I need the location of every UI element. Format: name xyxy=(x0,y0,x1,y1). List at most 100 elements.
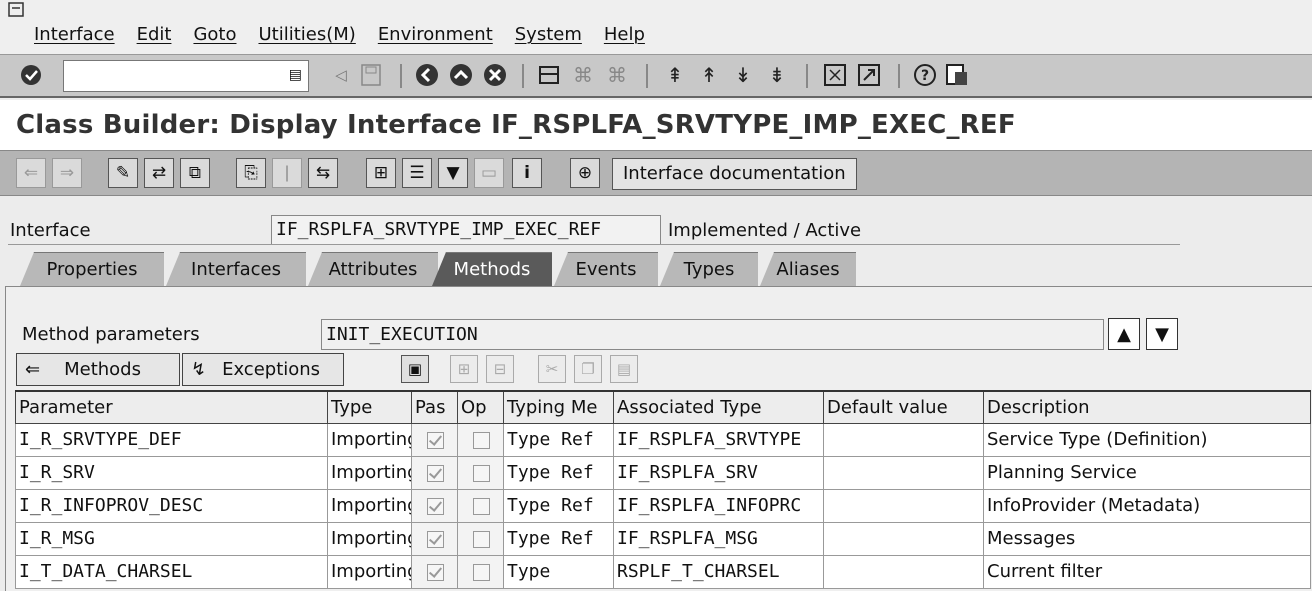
cell-pass-value[interactable] xyxy=(411,422,458,457)
previous-page-icon[interactable]: ↟ xyxy=(696,62,722,88)
back-arrow-icon[interactable]: ◁ xyxy=(328,62,354,88)
cell-associated-type[interactable]: IF_RSPLFA_MSG xyxy=(613,521,824,556)
back-nav-icon[interactable]: ⇐ xyxy=(16,158,46,188)
cell-default-value[interactable] xyxy=(823,488,984,523)
column-header-pass-value[interactable]: Pas xyxy=(411,390,458,424)
last-page-icon[interactable]: ⇟ xyxy=(764,62,790,88)
cell-description[interactable]: Planning Service xyxy=(983,455,1311,490)
previous-method-button[interactable]: ▲ xyxy=(1108,318,1140,350)
cell-pass-value[interactable] xyxy=(411,521,458,556)
help-icon[interactable]: ? xyxy=(912,62,938,88)
enter-check-icon[interactable] xyxy=(18,62,44,88)
where-used-icon[interactable]: ⇆ xyxy=(308,158,338,188)
create-session-icon[interactable] xyxy=(822,62,848,88)
exceptions-button[interactable]: ↯ Exceptions xyxy=(182,353,344,386)
optional-checkbox[interactable] xyxy=(473,563,490,581)
column-header-associated-type[interactable]: Associated Type xyxy=(613,390,824,424)
tab-interfaces[interactable]: Interfaces xyxy=(166,252,306,286)
cancel-icon[interactable] xyxy=(482,62,508,88)
next-page-icon[interactable]: ↡ xyxy=(730,62,756,88)
paste-icon[interactable]: ▤ xyxy=(610,355,638,383)
column-header-typing-method[interactable]: Typing Me xyxy=(503,390,614,424)
layout-menu-icon[interactable] xyxy=(944,62,970,88)
menu-item-environment[interactable]: Environment xyxy=(378,24,493,45)
method-name-field[interactable]: INIT_EXECUTION xyxy=(321,319,1104,350)
cell-pass-value[interactable] xyxy=(411,488,458,523)
exit-icon[interactable] xyxy=(448,62,474,88)
optional-checkbox[interactable] xyxy=(473,497,490,515)
optional-checkbox[interactable] xyxy=(473,530,490,548)
cell-pass-value[interactable] xyxy=(411,554,458,589)
first-page-icon[interactable]: ⇞ xyxy=(662,62,688,88)
cell-optional[interactable] xyxy=(457,455,504,490)
delete-row-icon[interactable]: ⊟ xyxy=(486,355,514,383)
next-method-button[interactable]: ▼ xyxy=(1146,318,1178,350)
cell-optional[interactable] xyxy=(457,422,504,457)
table-row[interactable]: I_R_SRV Importing Type Ref IF_RSPLFA_SRV Pla… xyxy=(15,455,1311,490)
menu-item-utilitiesm[interactable]: Utilities(M) xyxy=(258,24,355,45)
optional-checkbox[interactable] xyxy=(473,431,490,449)
cell-description[interactable]: InfoProvider (Metadata) xyxy=(983,488,1311,523)
filter-icon[interactable]: ▼ xyxy=(438,158,468,188)
navigation-window-icon[interactable]: ☰ xyxy=(402,158,432,188)
tab-methods[interactable]: Methods xyxy=(432,252,552,286)
cell-typing[interactable]: Type xyxy=(503,554,614,589)
column-header-description[interactable]: Description xyxy=(983,390,1311,424)
tab-types[interactable]: Types xyxy=(660,252,758,286)
back-icon[interactable] xyxy=(414,62,440,88)
cell-typing[interactable]: Type Ref xyxy=(503,521,614,556)
table-row[interactable]: I_T_DATA_CHARSEL Importing Type RSPLF_T_CHA… xyxy=(15,554,1311,589)
check-icon[interactable]: ⎘ xyxy=(236,158,266,188)
copy-icon[interactable]: ❐ xyxy=(574,355,602,383)
interface-documentation-button[interactable]: Interface documentation xyxy=(612,158,857,190)
cell-optional[interactable] xyxy=(457,488,504,523)
cell-default-value[interactable] xyxy=(823,455,984,490)
detail-view-icon[interactable]: ▣ xyxy=(401,355,429,383)
cell-type[interactable]: Importing xyxy=(327,455,412,490)
cell-optional[interactable] xyxy=(457,521,504,556)
column-header-optional[interactable]: Op xyxy=(457,390,504,424)
optional-checkbox[interactable] xyxy=(473,464,490,482)
print-icon[interactable] xyxy=(536,62,562,88)
forward-nav-icon[interactable]: ⇒ xyxy=(52,158,82,188)
cell-pass-value[interactable] xyxy=(411,455,458,490)
cell-associated-type[interactable]: IF_RSPLFA_INFOPRC xyxy=(613,488,824,523)
cell-type[interactable]: Importing xyxy=(327,521,412,556)
cell-associated-type[interactable]: RSPLF_T_CHARSEL xyxy=(613,554,824,589)
cell-type[interactable]: Importing xyxy=(327,422,412,457)
cell-parameter[interactable]: I_R_MSG xyxy=(15,521,328,556)
table-row[interactable]: I_R_MSG Importing Type Ref IF_RSPLFA_MSG Mes… xyxy=(15,521,1311,556)
cell-type[interactable]: Importing xyxy=(327,488,412,523)
command-input[interactable] xyxy=(64,61,274,89)
cell-default-value[interactable] xyxy=(823,422,984,457)
tab-events[interactable]: Events xyxy=(554,252,658,286)
display-change-icon[interactable]: ✎ xyxy=(108,158,138,188)
hierarchy-icon[interactable]: ⊕ xyxy=(570,158,600,188)
cell-associated-type[interactable]: IF_RSPLFA_SRVTYPE xyxy=(613,422,824,457)
cut-icon[interactable]: ✂ xyxy=(538,355,566,383)
cell-associated-type[interactable]: IF_RSPLFA_SRV xyxy=(613,455,824,490)
other-object-icon[interactable]: ⧉ xyxy=(180,158,210,188)
tab-attributes[interactable]: Attributes xyxy=(308,252,438,286)
pass-value-checkbox[interactable] xyxy=(427,431,444,449)
info-icon[interactable]: i xyxy=(512,158,542,188)
display-object-list-icon[interactable]: ▭ xyxy=(474,158,504,188)
command-history-icon[interactable]: ▤ xyxy=(289,67,302,83)
cell-description[interactable]: Messages xyxy=(983,521,1311,556)
tab-properties[interactable]: Properties xyxy=(20,252,164,286)
shortcut-icon[interactable] xyxy=(856,62,882,88)
cell-typing[interactable]: Type Ref xyxy=(503,422,614,457)
active-inactive-icon[interactable]: ⇄ xyxy=(144,158,174,188)
cell-parameter[interactable]: I_R_SRVTYPE_DEF xyxy=(15,422,328,457)
cell-parameter[interactable]: I_T_DATA_CHARSEL xyxy=(15,554,328,589)
activate-icon[interactable]: ǀ xyxy=(272,158,302,188)
menu-item-goto[interactable]: Goto xyxy=(193,24,236,45)
tab-aliases[interactable]: Aliases xyxy=(760,252,856,286)
cell-description[interactable]: Service Type (Definition) xyxy=(983,422,1311,457)
column-header-type[interactable]: Type xyxy=(327,390,412,424)
menu-item-edit[interactable]: Edit xyxy=(137,24,172,45)
cell-parameter[interactable]: I_R_INFOPROV_DESC xyxy=(15,488,328,523)
menu-corner-icon[interactable] xyxy=(8,2,26,18)
find-next-icon[interactable]: ⌘ xyxy=(604,62,630,88)
menu-item-interface[interactable]: Interface xyxy=(34,24,115,45)
